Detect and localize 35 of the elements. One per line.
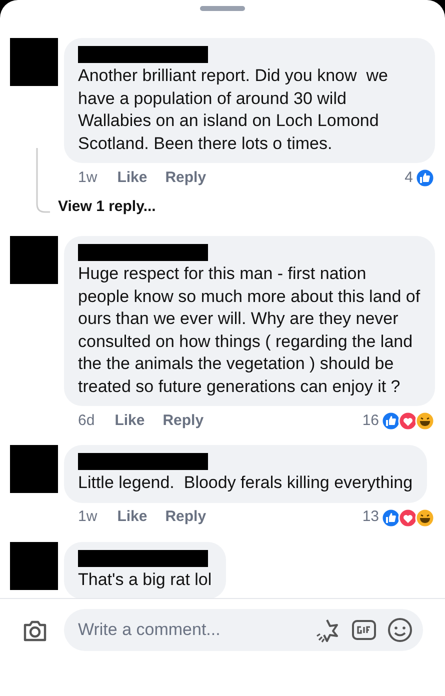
comment-time: 6d xyxy=(78,410,95,431)
like-reaction-icon xyxy=(381,508,401,528)
comment-text: That's a big rat lol xyxy=(78,568,212,590)
comment-text: Huge respect for this man - first nation people know so much more about this land of ours than we ever will. Why are they never consulted on how things ( regarding the land the the animals the vegetation ) should be treated so future generations can enjoy it ? xyxy=(78,263,421,398)
comment-time: 1w xyxy=(78,168,98,188)
laughing-reaction-icon xyxy=(415,508,435,528)
comment-input[interactable]: Write a comment... xyxy=(64,609,423,651)
thread-line xyxy=(36,148,50,214)
reaction-count: 16 xyxy=(362,410,379,431)
heart-reaction-icon xyxy=(398,508,418,528)
redacted-avatar xyxy=(10,38,58,86)
view-replies-link[interactable]: View 1 reply... xyxy=(58,196,156,218)
comment-text: Another brilliant report. Did you know we have a population of around 30 wild Wallabies on an island on Loch Lomond Scotland. Been there lots o times. xyxy=(78,65,389,154)
reply-link[interactable]: Reply xyxy=(162,410,204,432)
like-link[interactable]: Like xyxy=(114,410,145,432)
redacted-avatar xyxy=(10,236,58,284)
like-link[interactable]: Like xyxy=(117,506,148,529)
drag-handle[interactable] xyxy=(200,6,245,11)
reaction-count: 13 xyxy=(362,507,379,528)
redacted-avatar xyxy=(10,542,58,590)
emoji-icon[interactable] xyxy=(387,617,413,643)
redacted-avatar xyxy=(10,445,58,493)
like-reaction-icon xyxy=(415,168,435,188)
reaction-count: 4 xyxy=(404,168,413,188)
comment-time: 1w xyxy=(78,507,98,528)
comment-text: Little legend. Bloody ferals killing everything xyxy=(78,472,413,494)
reply-link[interactable]: Reply xyxy=(165,166,206,190)
camera-icon[interactable] xyxy=(22,619,48,643)
reply-link[interactable]: Reply xyxy=(165,506,206,529)
gif-icon[interactable] xyxy=(351,617,377,643)
like-reaction-icon xyxy=(381,411,401,431)
sticker-icon[interactable] xyxy=(315,617,341,643)
like-link[interactable]: Like xyxy=(117,166,148,190)
laughing-reaction-icon xyxy=(415,411,435,431)
heart-reaction-icon xyxy=(398,411,418,431)
